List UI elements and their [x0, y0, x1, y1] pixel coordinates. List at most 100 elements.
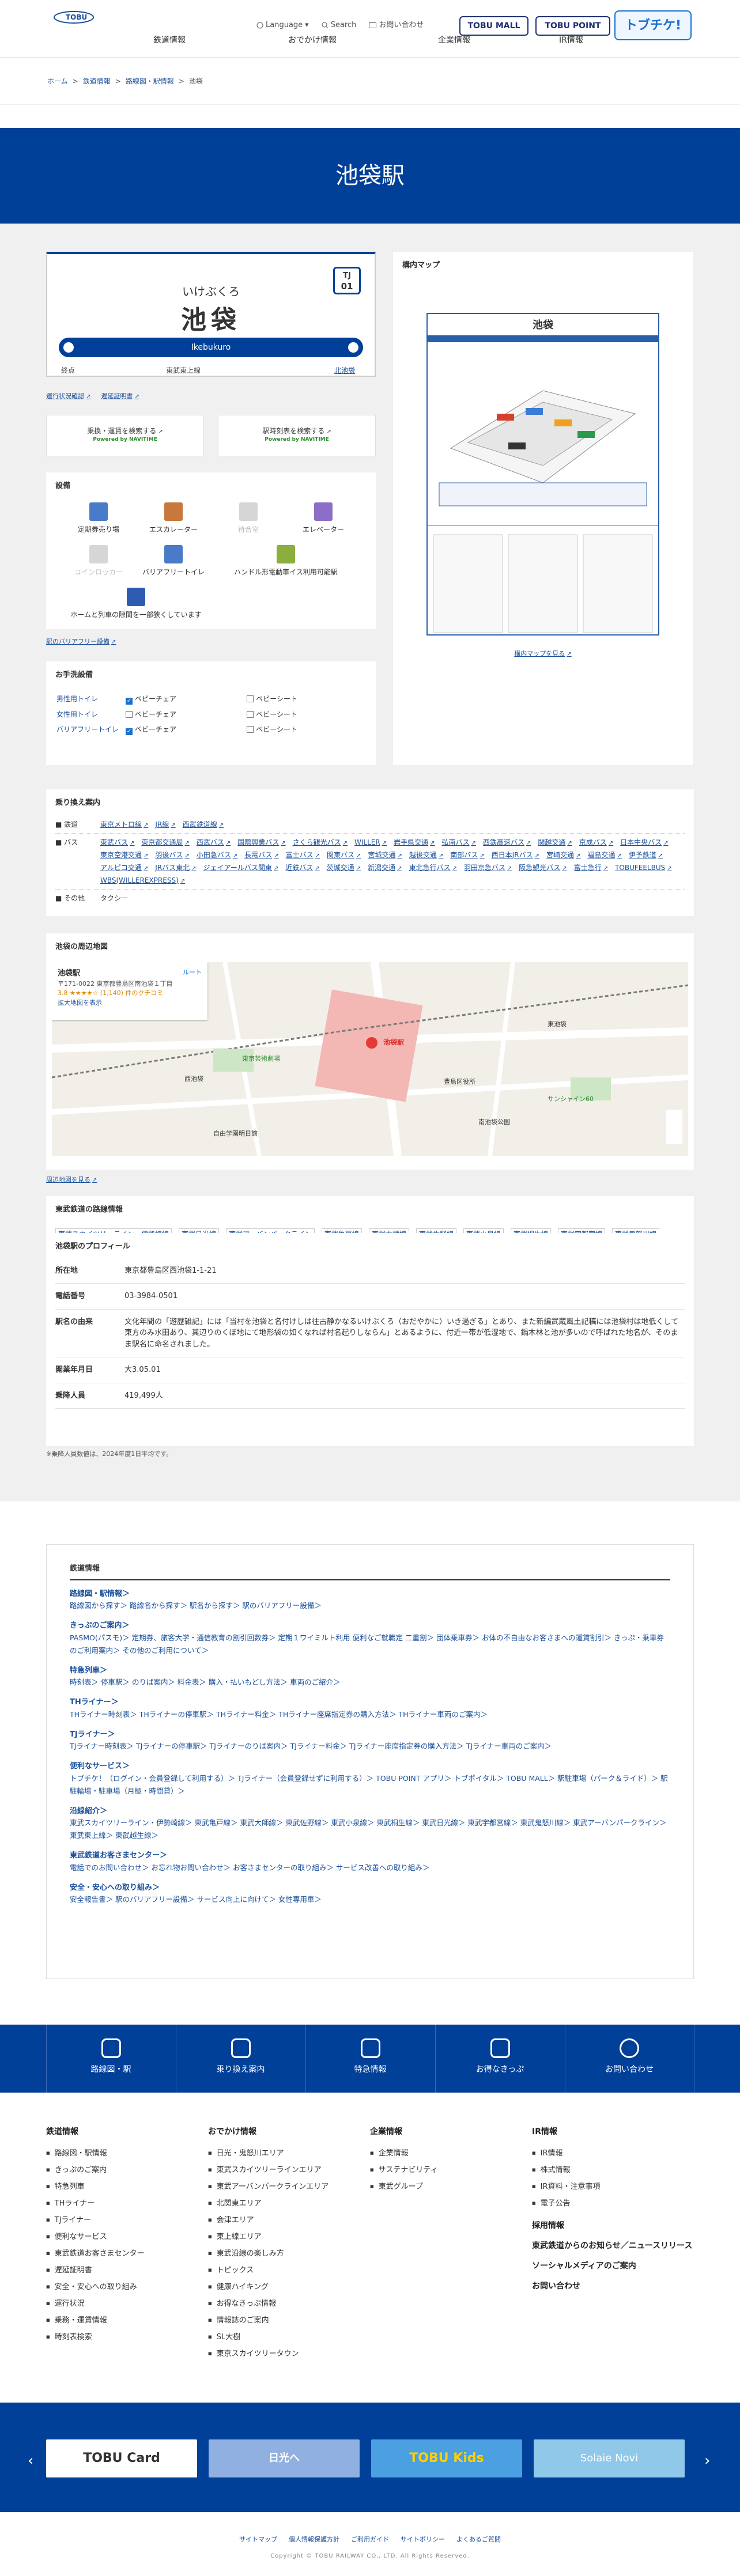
footer-nav-item[interactable]: 東武沿線の楽しみ方 — [208, 2245, 370, 2262]
bus-link[interactable]: 国際興業バス — [237, 837, 285, 848]
footer-nav-item[interactable]: 企業情報 — [370, 2145, 532, 2162]
footer-nav-item[interactable]: 東武アーバンパークラインエリア — [208, 2178, 370, 2195]
sitemap-group-links[interactable]: トブチケ！（ログイン・会員登録して利用する）＞ TJライナー（会員登録せずに利用… — [70, 1772, 670, 1798]
gnav-corporate[interactable]: 企業情報 — [438, 35, 470, 47]
carousel-prev-icon[interactable]: ‹ — [28, 2450, 33, 2472]
footer-nav-item[interactable]: 株式情報 — [532, 2162, 694, 2178]
banner-tobu-card[interactable]: TOBU Card — [46, 2439, 197, 2477]
google-map[interactable]: 池袋駅 〒171-0022 東京都豊島区南池袋１丁目 3.8 ★★★★☆ (1,… — [52, 962, 688, 1156]
bus-link[interactable]: 東武バス — [100, 837, 134, 848]
larger-map-link[interactable]: 拡大地図を表示 — [58, 999, 102, 1007]
sitemap-group-heading[interactable]: THライナー＞ — [70, 1697, 670, 1708]
bus-link[interactable]: 福島交通 — [587, 850, 621, 860]
footer-link[interactable]: サイトポリシー — [401, 2535, 445, 2545]
sitemap-group-heading[interactable]: きっぷのご案内＞ — [70, 1620, 670, 1632]
contact-link[interactable]: お問い合わせ — [369, 20, 424, 31]
footer-nav-item[interactable]: IR情報 — [532, 2145, 694, 2162]
breadcrumb-home[interactable]: ホーム — [47, 76, 68, 86]
area-map-link[interactable]: 周辺地図を見る — [46, 1175, 97, 1185]
breadcrumb-map[interactable]: 路線図・駅情報 — [126, 76, 174, 86]
bus-link[interactable]: 羽後バス — [155, 850, 189, 860]
gnav-outing[interactable]: おでかけ情報 — [288, 35, 337, 47]
sitemap-group-heading[interactable]: TJライナー＞ — [70, 1729, 670, 1741]
quick-nav-transfer[interactable]: 乗り換え案内 — [175, 2025, 305, 2093]
footer-nav-item[interactable]: 東武鉄道お客さまセンター — [46, 2245, 208, 2262]
footer-nav-item[interactable]: 運行状況 — [46, 2295, 208, 2312]
footer-nav-item[interactable]: 東武グループ — [370, 2178, 532, 2195]
gnav-ir[interactable]: IR情報 — [559, 35, 583, 47]
bus-link[interactable]: 阪急観光バス — [519, 863, 567, 873]
bus-link[interactable]: 日本中央バス — [620, 837, 668, 848]
quick-nav-contact[interactable]: お問い合わせ — [564, 2025, 694, 2093]
station-map-image[interactable]: 池袋 — [426, 313, 659, 636]
footer-nav-item[interactable]: 路線図・駅情報 — [46, 2145, 208, 2162]
tobu-mall-button[interactable]: TOBU MALL — [459, 16, 528, 36]
bus-link[interactable]: 東京空港交通 — [100, 850, 148, 860]
timetable-search-button[interactable]: 駅時刻表を検索する Powered by NAVITIME — [218, 415, 376, 456]
footer-nav-item[interactable]: TJライナー — [46, 2212, 208, 2229]
footer-link[interactable]: ご利用ガイド — [351, 2535, 389, 2545]
footer-nav-item[interactable]: 電子公告 — [532, 2195, 694, 2212]
barrier-free-link[interactable]: 駅のバリアフリー設備 — [46, 637, 116, 647]
footer-nav-heading[interactable]: 東武鉄道からのお知らせ／ニュースリリース — [532, 2240, 694, 2252]
sitemap-group-links[interactable]: 安全報告書＞ 駅のバリアフリー設備＞ サービス向上に向けて＞ 女性専用車＞ — [70, 1893, 670, 1906]
sitemap-group-heading[interactable]: 特急列車＞ — [70, 1665, 670, 1677]
search-link[interactable]: Search — [322, 20, 356, 31]
sitemap-group-links[interactable]: PASMO(パスモ)＞ 定期券、旅客大学・通信教育の割引回数券＞ 定期１ワイミル… — [70, 1632, 670, 1657]
bus-link[interactable]: 羽田京急バス — [464, 863, 512, 873]
footer-nav-item[interactable]: お得なきっぷ情報 — [208, 2295, 370, 2312]
tochike-button[interactable]: トブチケ! — [614, 10, 692, 40]
footer-nav-item[interactable]: 便利なサービス — [46, 2229, 208, 2245]
bus-link[interactable]: WBS(WILLEREXPRESS) — [100, 875, 185, 886]
bus-link[interactable]: 宮城交通 — [368, 850, 402, 860]
footer-nav-item[interactable]: 遅延証明書 — [46, 2262, 208, 2279]
bus-link[interactable]: 西鉄高速バス — [483, 837, 531, 848]
footer-nav-item[interactable]: トピックス — [208, 2262, 370, 2279]
quick-nav-route-map[interactable]: 路線図・駅 — [46, 2025, 176, 2093]
rail-link[interactable]: JR線 — [155, 819, 175, 830]
footer-nav-heading[interactable]: IR情報 — [532, 2126, 694, 2138]
footer-nav-item[interactable]: 東上線エリア — [208, 2229, 370, 2245]
sitemap-group-links[interactable]: TJライナー時刻表＞ TJライナーの停車駅＞ TJライナーのりば案内＞ TJライ… — [70, 1740, 670, 1753]
banner-tobu-kids[interactable]: TOBU Kids — [371, 2439, 522, 2477]
footer-nav-item[interactable]: SL大樹 — [208, 2329, 370, 2346]
sitemap-group-links[interactable]: THライナー時刻表＞ THライナーの停車駅＞ THライナー料金＞ THライナー座… — [70, 1708, 670, 1721]
footer-nav-heading[interactable]: 採用情報 — [532, 2220, 694, 2232]
footer-nav-item[interactable]: 時刻表検索 — [46, 2329, 208, 2346]
bus-link[interactable]: 長電バス — [244, 850, 278, 860]
sitemap-group-heading[interactable]: 安全・安心への取り組み＞ — [70, 1882, 670, 1894]
transfer-search-button[interactable]: 乗換・運賃を検索する Powered by NAVITIME — [46, 415, 204, 456]
footer-link[interactable]: 個人情報保護方針 — [289, 2535, 339, 2545]
carousel-next-icon[interactable]: › — [704, 2450, 710, 2472]
bus-link[interactable]: 西日本JRバス — [492, 850, 539, 860]
sitemap-group-links[interactable]: 電話でのお問い合わせ＞ お忘れ物お問い合わせ＞ お客さまセンターの取り組み＞ サ… — [70, 1862, 670, 1874]
sitemap-group-heading[interactable]: 便利なサービス＞ — [70, 1761, 670, 1772]
bus-link[interactable]: 富士急行 — [574, 863, 608, 873]
sitemap-group-heading[interactable]: 沿線紹介＞ — [70, 1806, 670, 1817]
footer-link[interactable]: サイトマップ — [239, 2535, 277, 2545]
next-station[interactable]: 北池袋 — [334, 365, 355, 376]
breadcrumb-rail[interactable]: 鉄道情報 — [83, 76, 111, 86]
footer-nav-item[interactable]: 東武スカイツリーラインエリア — [208, 2162, 370, 2178]
quick-nav-tickets[interactable]: お得なきっぷ — [435, 2025, 565, 2093]
footer-link[interactable]: よくあるご質問 — [456, 2535, 501, 2545]
footer-nav-item[interactable]: 特急列車 — [46, 2178, 208, 2195]
bus-link[interactable]: アルピコ交通 — [100, 863, 148, 873]
delay-cert-link[interactable]: 遅延証明書 — [101, 392, 139, 402]
zoom-control[interactable] — [666, 1110, 682, 1144]
banner-nikko[interactable]: 日光へ — [209, 2439, 360, 2477]
sitemap-group-heading[interactable]: 東武鉄道お客さまセンター＞ — [70, 1850, 670, 1862]
footer-nav-item[interactable]: 安全・安心への取り組み — [46, 2279, 208, 2295]
banner-solaie[interactable]: Solaie Novi — [534, 2439, 685, 2477]
footer-nav-heading[interactable]: ソーシャルメディアのご案内 — [532, 2260, 694, 2272]
rail-link[interactable]: 西武鉄道線 — [183, 819, 224, 830]
quick-nav-express[interactable]: 特急情報 — [305, 2025, 435, 2093]
footer-nav-item[interactable]: 情報誌のご案内 — [208, 2312, 370, 2329]
footer-nav-item[interactable]: 乗務・運賃情報 — [46, 2312, 208, 2329]
bus-link[interactable]: 新潟交通 — [368, 863, 402, 873]
bus-link[interactable]: 宮崎交通 — [546, 850, 580, 860]
footer-nav-item[interactable]: THライナー — [46, 2195, 208, 2212]
footer-nav-item[interactable]: IR資料・注意事項 — [532, 2178, 694, 2195]
footer-nav-item[interactable]: 北関東エリア — [208, 2195, 370, 2212]
bus-link[interactable]: 岩手県交通 — [394, 837, 435, 848]
